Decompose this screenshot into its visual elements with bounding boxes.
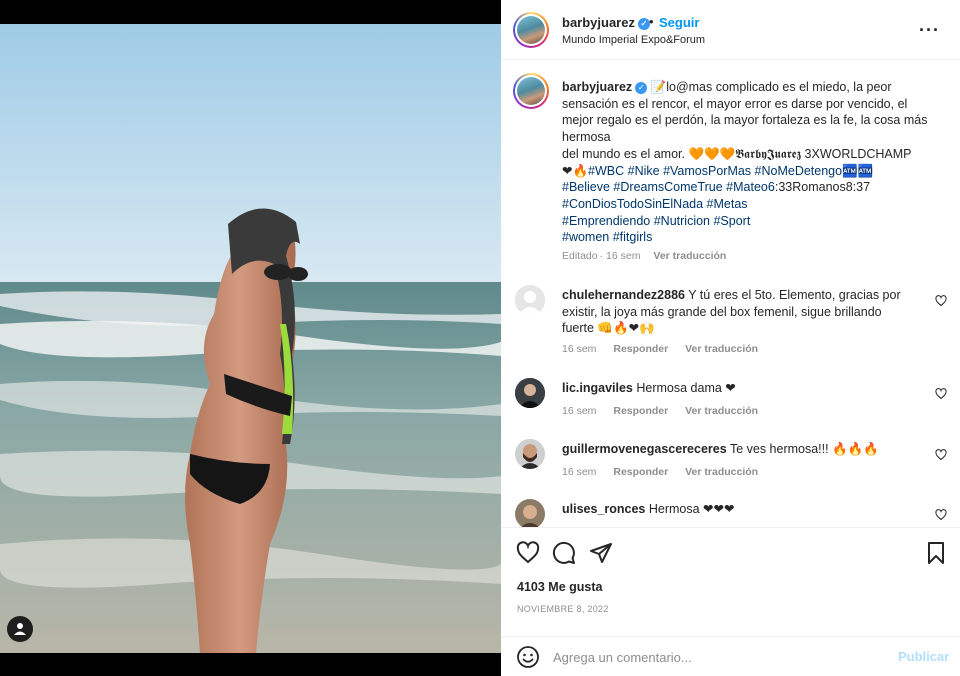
comment-like-heart-icon[interactable]	[935, 388, 947, 400]
comment-username[interactable]: lic.ingaviles	[562, 381, 633, 395]
translate-link[interactable]: Ver traducción	[685, 405, 758, 417]
heart-outline-icon[interactable]	[516, 541, 540, 565]
emoji-smile-icon[interactable]	[516, 645, 540, 669]
comment-text: guillermovenegascereceres Te ves hermosa…	[562, 441, 912, 458]
comment-username[interactable]: chulehernandez2886	[562, 288, 685, 302]
beach-photo	[0, 24, 501, 653]
caption-time: · 16 sem	[599, 250, 641, 262]
caption-line-3-suffix: 🏧🏧	[842, 163, 874, 178]
comment-time: 16 sem	[562, 405, 597, 417]
post-actions: 4103 Me gusta NOVIEMBRE 8, 2022	[501, 527, 960, 639]
comment-time: 16 sem	[562, 343, 597, 355]
comment-username[interactable]: ulises_ronces	[562, 502, 645, 516]
comment-avatar[interactable]	[515, 285, 545, 315]
hashtags-e[interactable]: #women #fitgirls	[562, 230, 652, 244]
comment-like-heart-icon[interactable]	[935, 509, 947, 521]
header-separator: •	[649, 14, 654, 29]
hashtags-c[interactable]: #ConDiosTodoSinElNada #Metas	[562, 197, 748, 211]
comment-input[interactable]	[553, 645, 883, 669]
translate-link[interactable]: Ver traducción	[685, 343, 758, 355]
post-photo[interactable]	[0, 24, 501, 653]
user-tag-icon	[14, 623, 26, 635]
comment-avatar[interactable]	[515, 378, 545, 408]
comment-like-heart-icon[interactable]	[935, 295, 947, 307]
comment-avatar[interactable]	[515, 499, 545, 527]
author-avatar[interactable]	[513, 12, 549, 48]
hashtags-a[interactable]: #WBC #Nike #VamosPorMas #NoMeDetengo	[588, 164, 842, 178]
publish-comment-button[interactable]: Publicar	[898, 649, 949, 664]
media-area	[0, 0, 501, 676]
comments-list[interactable]: barbyjuarez ✓ 📝lo@mas complicado es el mi…	[501, 61, 960, 527]
edited-label: Editado	[562, 250, 598, 262]
caption-meta: Editado · 16 sem Ver traducción	[562, 250, 736, 262]
instagram-post-modal: barbyjuarez ✓ • Seguir Mundo Imperial Exp…	[0, 0, 960, 676]
comment-body: Hermosa ❤❤❤	[648, 502, 735, 516]
hashtags-d[interactable]: #Emprendiendo #Nutricion #Sport	[562, 214, 750, 228]
comment-like-heart-icon[interactable]	[935, 449, 947, 461]
location-link[interactable]: Mundo Imperial Expo&Forum	[562, 34, 705, 46]
post-header: barbyjuarez ✓ • Seguir Mundo Imperial Exp…	[501, 0, 960, 60]
caption-username[interactable]: barbyjuarez	[562, 80, 632, 94]
paper-plane-icon[interactable]	[589, 541, 613, 565]
verified-badge-icon: ✓	[635, 81, 648, 94]
comment-time: 16 sem	[562, 466, 597, 478]
hashtags-b[interactable]: #Believe #DreamsComeTrue #Mateo6	[562, 180, 775, 194]
translate-link[interactable]: Ver traducción	[685, 466, 758, 478]
reply-button[interactable]: Responder	[613, 405, 668, 417]
user-photo-icon	[515, 499, 545, 527]
comment-bubble-icon[interactable]	[552, 541, 576, 565]
user-photo-icon	[515, 378, 545, 408]
caption-line-2: del mundo es el amor. 🧡🧡🧡𝕭𝖆𝖗𝖇𝖞𝕵𝖚𝖆𝖗𝖊𝖟 3XW…	[562, 146, 912, 161]
comment-meta: 16 sem Responder Ver traducción	[562, 466, 772, 478]
comment-text: lic.ingaviles Hermosa dama ❤	[562, 380, 912, 397]
more-options-icon[interactable]: ···	[919, 20, 940, 41]
caption-text: barbyjuarez ✓ 📝lo@mas complicado es el mi…	[562, 79, 942, 246]
comment-text: chulehernandez2886 Y tú eres el 5to. Ele…	[562, 287, 912, 337]
comment-body: Hermosa dama ❤	[636, 381, 736, 395]
follow-button[interactable]: Seguir	[659, 15, 699, 30]
caption-line-4: :33Romanos8:37	[774, 180, 871, 195]
comment-body: Te ves hermosa!!! 🔥🔥🔥	[729, 442, 879, 456]
caption-avatar[interactable]	[513, 73, 549, 109]
comment-text: ulises_ronces Hermosa ❤❤❤	[562, 501, 912, 518]
add-comment-bar: Publicar	[501, 636, 960, 676]
default-avatar-icon	[515, 285, 545, 315]
user-photo-icon	[515, 439, 545, 469]
author-username[interactable]: barbyjuarez ✓	[562, 15, 650, 30]
reply-button[interactable]: Responder	[613, 343, 668, 355]
comment-meta: 16 sem Responder Ver traducción	[562, 405, 772, 417]
post-date[interactable]: NOVIEMBRE 8, 2022	[517, 604, 609, 614]
user-tag-button[interactable]	[7, 616, 33, 642]
comment-avatar[interactable]	[515, 439, 545, 469]
reply-button[interactable]: Responder	[613, 466, 668, 478]
comment-username[interactable]: guillermovenegascereceres	[562, 442, 727, 456]
like-count[interactable]: 4103 Me gusta	[517, 580, 602, 594]
post-details-panel: barbyjuarez ✓ • Seguir Mundo Imperial Exp…	[501, 0, 960, 676]
bookmark-icon[interactable]	[924, 541, 948, 565]
caption-translate-link[interactable]: Ver traducción	[653, 250, 726, 262]
caption-line-3-prefix: ❤🔥	[562, 163, 589, 178]
comment-meta: 16 sem Responder Ver traducción	[562, 343, 772, 355]
